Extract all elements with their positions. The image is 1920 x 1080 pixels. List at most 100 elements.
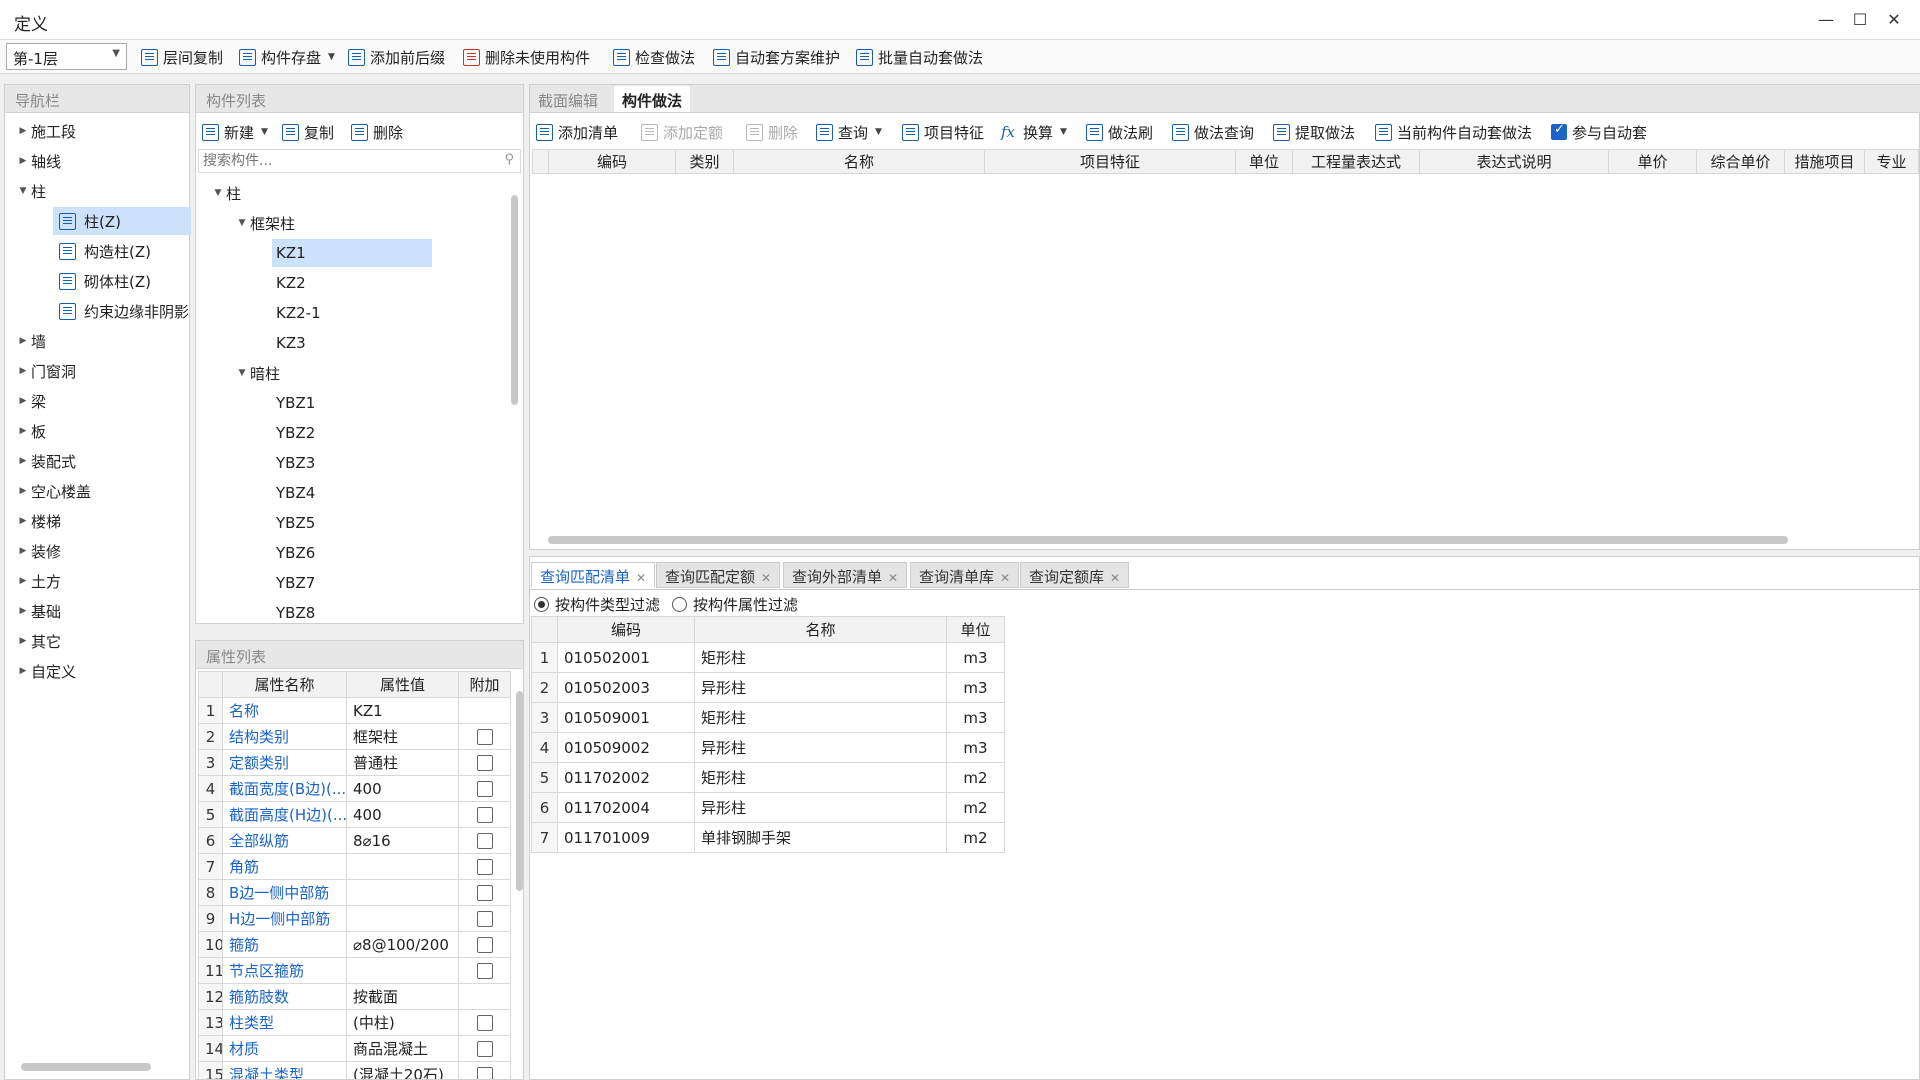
nav-item-construction-section[interactable]: ▶ 施工段 — [15, 117, 76, 145]
tree-item-ybz7[interactable]: YBZ7 — [272, 569, 315, 597]
tree-node-frame-column[interactable]: ▼ 框架柱 — [234, 209, 295, 237]
nav-item-decoration[interactable]: ▶ 装修 — [15, 537, 61, 565]
current-auto-method-button[interactable]: 当前构件自动套做法 — [1375, 119, 1532, 145]
extract-method-button[interactable]: 提取做法 — [1273, 119, 1355, 145]
extra-checkbox[interactable] — [476, 859, 493, 875]
property-row[interactable]: 7 角筋 — [198, 853, 511, 880]
method-horizontal-scrollbar[interactable] — [548, 536, 1788, 544]
delete-component-button[interactable]: 删除 — [351, 119, 403, 145]
tree-item-kz3[interactable]: KZ3 — [272, 329, 306, 357]
extra-checkbox[interactable] — [476, 833, 493, 849]
add-bill-button[interactable]: 添加清单 — [536, 119, 618, 145]
query-row[interactable]: 2 010502003 异形柱 m3 — [531, 672, 1005, 703]
tree-item-kz2[interactable]: KZ2 — [272, 269, 306, 297]
property-row[interactable]: 9 H边一侧中部筋 — [198, 905, 511, 932]
participate-auto-checkbox[interactable]: 参与自动套 — [1551, 119, 1647, 145]
tree-item-ybz1[interactable]: YBZ1 — [272, 389, 315, 417]
method-brush-button[interactable]: 做法刷 — [1086, 119, 1153, 145]
nav-item-axis[interactable]: ▶ 轴线 — [15, 147, 61, 175]
nav-item-wall[interactable]: ▶ 墙 — [15, 327, 46, 355]
property-row[interactable]: 11 节点区箍筋 — [198, 957, 511, 984]
extra-checkbox[interactable] — [476, 1041, 493, 1057]
component-list-scrollbar[interactable] — [511, 195, 518, 405]
tab-query-matching-quota[interactable]: 查询匹配定额 ✕ — [656, 562, 781, 588]
nav-item-structural-column[interactable]: 构造柱(Z) — [53, 237, 151, 265]
extra-checkbox[interactable] — [476, 781, 493, 797]
batch-auto-method-button[interactable]: 批量自动套做法 — [856, 44, 983, 70]
copy-component-button[interactable]: 复制 — [282, 119, 334, 145]
maximize-icon[interactable]: ☐ — [1842, 6, 1878, 34]
property-row[interactable]: 6 全部纵筋 8⌀16 — [198, 827, 511, 854]
extra-checkbox[interactable] — [476, 885, 493, 901]
property-value[interactable]: 商品混凝土 — [346, 1035, 459, 1062]
property-row[interactable]: 14 材质 商品混凝土 — [198, 1035, 511, 1062]
property-value[interactable]: ⌀8@100/200 — [346, 931, 459, 958]
delete-unused-button[interactable]: 删除未使用构件 — [463, 44, 590, 70]
properties-scrollbar[interactable] — [516, 691, 523, 891]
property-value[interactable] — [346, 879, 459, 906]
copy-between-floors-button[interactable]: 层间复制 — [141, 44, 223, 70]
tab-query-quota-library[interactable]: 查询定额库 ✕ — [1020, 562, 1130, 588]
property-row[interactable]: 4 截面宽度(B边)(... 400 — [198, 775, 511, 802]
property-value[interactable]: 普通柱 — [346, 749, 459, 776]
property-row[interactable]: 13 柱类型 (中柱) — [198, 1009, 511, 1036]
nav-item-other[interactable]: ▶ 其它 — [15, 627, 61, 655]
tree-item-ybz6[interactable]: YBZ6 — [272, 539, 315, 567]
new-component-button[interactable]: 新建 ▼ — [202, 119, 268, 145]
query-row[interactable]: 7 011701009 单排钢脚手架 m2 — [531, 822, 1005, 853]
tree-item-kz2-1[interactable]: KZ2-1 — [272, 299, 321, 327]
nav-item-column[interactable]: ▼ 柱 — [15, 177, 46, 205]
extra-checkbox[interactable] — [476, 911, 493, 927]
nav-item-hollow-floor[interactable]: ▶ 空心楼盖 — [15, 477, 91, 505]
property-value[interactable]: 按截面 — [346, 983, 459, 1010]
convert-button[interactable]: fx 换算 ▼ — [1001, 119, 1067, 145]
nav-item-slab[interactable]: ▶ 板 — [15, 417, 46, 445]
filter-by-property-radio[interactable]: 按构件属性过滤 — [672, 594, 798, 615]
property-row[interactable]: 1 名称 KZ1 — [198, 697, 511, 724]
nav-item-prefab[interactable]: ▶ 装配式 — [15, 447, 76, 475]
property-value[interactable]: (混凝土20石) — [346, 1061, 459, 1079]
extra-checkbox[interactable] — [476, 963, 493, 979]
component-save-button[interactable]: 构件存盘 ▼ — [239, 44, 335, 70]
close-icon[interactable]: ✕ — [1876, 6, 1912, 34]
close-tab-icon[interactable]: ✕ — [888, 571, 898, 585]
property-value[interactable]: KZ1 — [346, 697, 459, 724]
property-row[interactable]: 5 截面高度(H边)(... 400 — [198, 801, 511, 828]
tree-item-kz1[interactable]: KZ1 — [272, 239, 432, 267]
property-value[interactable]: 400 — [346, 775, 459, 802]
tree-item-ybz8[interactable]: YBZ8 — [272, 599, 315, 627]
filter-by-type-radio[interactable]: 按构件类型过滤 — [534, 594, 660, 615]
extra-checkbox[interactable] — [476, 1067, 493, 1079]
property-value[interactable]: 400 — [346, 801, 459, 828]
property-row[interactable]: 2 结构类别 框架柱 — [198, 723, 511, 750]
nav-item-masonry-column[interactable]: 砌体柱(Z) — [53, 267, 151, 295]
add-prefix-suffix-button[interactable]: 添加前后缀 — [348, 44, 445, 70]
nav-item-column-z[interactable]: 柱(Z) — [53, 207, 191, 235]
extra-checkbox[interactable] — [476, 755, 493, 771]
method-query-button[interactable]: 做法查询 — [1172, 119, 1254, 145]
nav-item-foundation[interactable]: ▶ 基础 — [15, 597, 61, 625]
tab-query-matching-bill[interactable]: 查询匹配清单 ✕ — [531, 562, 656, 588]
property-row[interactable]: 10 箍筋 ⌀8@100/200 — [198, 931, 511, 958]
tree-item-ybz4[interactable]: YBZ4 — [272, 479, 315, 507]
extra-checkbox[interactable] — [476, 937, 493, 953]
nav-item-custom[interactable]: ▶ 自定义 — [15, 657, 76, 685]
close-tab-icon[interactable]: ✕ — [1000, 571, 1010, 585]
property-value[interactable]: 8⌀16 — [346, 827, 459, 854]
tree-item-ybz5[interactable]: YBZ5 — [272, 509, 315, 537]
nav-item-beam[interactable]: ▶ 梁 — [15, 387, 46, 415]
tab-query-bill-library[interactable]: 查询清单库 ✕ — [910, 562, 1020, 588]
close-tab-icon[interactable]: ✕ — [636, 571, 646, 585]
extra-checkbox[interactable] — [476, 807, 493, 823]
minimize-icon[interactable]: — — [1808, 6, 1844, 34]
property-row[interactable]: 8 B边一侧中部筋 — [198, 879, 511, 906]
close-tab-icon[interactable]: ✕ — [761, 571, 771, 585]
nav-item-stairs[interactable]: ▶ 楼梯 — [15, 507, 61, 535]
property-value[interactable]: 框架柱 — [346, 723, 459, 750]
tree-node-column[interactable]: ▼ 柱 — [210, 179, 241, 207]
nav-item-earthwork[interactable]: ▶ 土方 — [15, 567, 61, 595]
tab-component-method[interactable]: 构件做法 — [614, 86, 691, 112]
component-search-input[interactable] — [199, 150, 489, 172]
auto-scheme-button[interactable]: 自动套方案维护 — [713, 44, 840, 70]
query-row[interactable]: 4 010509002 异形柱 m3 — [531, 732, 1005, 763]
